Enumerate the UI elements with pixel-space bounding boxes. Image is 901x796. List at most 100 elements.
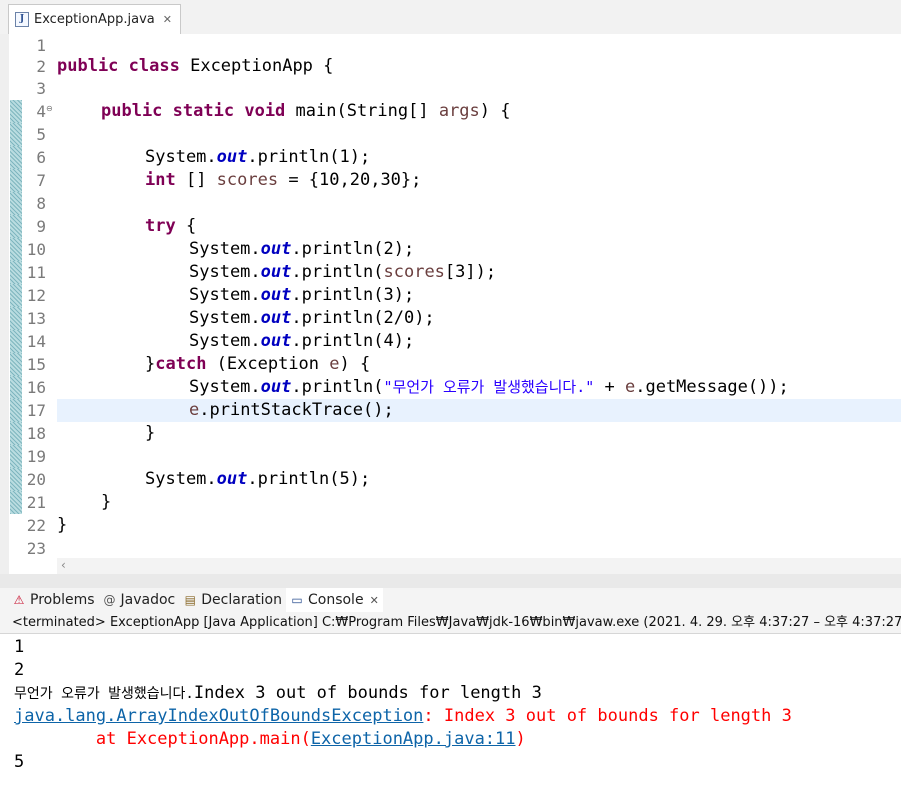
code-plain: .println(1); <box>247 147 371 167</box>
console-line: 2 <box>14 660 25 680</box>
code-text: System.out.println(4); <box>189 330 414 353</box>
keyword: public <box>101 101 163 121</box>
code-plain: .println( <box>291 262 384 282</box>
scroll-left-icon[interactable]: ‹ <box>61 558 66 572</box>
code-line: 11 System.out.println(scores[3]); <box>0 261 901 284</box>
line-number: 20 <box>26 470 46 489</box>
line-number: 14 <box>26 332 46 351</box>
code-plain: .println(5); <box>247 469 371 489</box>
javadoc-icon: @ <box>103 593 116 607</box>
code-text: try { <box>145 215 196 238</box>
keyword: int <box>145 170 176 190</box>
stack-source-link[interactable]: ExceptionApp.java:11 <box>311 729 516 749</box>
console-error-line: java.lang.ArrayIndexOutOfBoundsException… <box>14 705 792 728</box>
quick-diff-marker <box>10 100 22 123</box>
line-number: 18 <box>26 424 46 443</box>
line-number: 7 <box>36 171 46 190</box>
code-line: 3 <box>0 77 901 100</box>
line-number: 5 <box>36 125 46 144</box>
code-text: } <box>145 423 156 443</box>
tab-declaration[interactable]: ▤ Declaration <box>179 588 286 612</box>
tab-javadoc[interactable]: @ Javadoc <box>99 588 180 612</box>
code-text: } <box>57 515 68 535</box>
fold-collapse-icon[interactable]: ⊖ <box>46 104 53 113</box>
code-plain: .getMessage()); <box>635 377 789 397</box>
local-variable: e <box>624 377 636 397</box>
static-field: out <box>260 331 292 351</box>
code-line: 2 public class ExceptionApp { <box>0 55 901 78</box>
view-separator[interactable] <box>0 574 901 588</box>
bottom-view-tabs: ⚠ Problems @ Javadoc ▤ Declaration ▭ Con… <box>0 588 901 612</box>
console-korean-text: 무언가 오류가 발생했습니다. <box>14 686 194 702</box>
console-output[interactable]: 1 2 무언가 오류가 발생했습니다.Index 3 out of bounds… <box>0 634 901 796</box>
keyword: try <box>145 216 176 236</box>
code-plain: .println(3); <box>291 285 415 305</box>
code-line: 18 } <box>0 422 901 445</box>
close-icon[interactable]: ✕ <box>163 13 172 26</box>
line-number: 16 <box>26 378 46 397</box>
code-line: 23 <box>0 537 901 560</box>
local-variable: e <box>329 354 340 374</box>
static-field: out <box>260 262 292 282</box>
code-text: public class ExceptionApp { <box>57 55 333 78</box>
line-number: 8 <box>36 194 46 213</box>
line-number: 4 <box>36 102 46 121</box>
local-variable: scores <box>383 262 445 282</box>
quick-diff-marker <box>10 353 22 376</box>
code-text: }catch (Exception e) { <box>145 353 370 376</box>
code-line: 5 <box>0 123 901 146</box>
static-field: out <box>260 239 292 259</box>
code-plain: System. <box>189 239 261 259</box>
quick-diff-marker <box>10 445 22 468</box>
code-line: 1 <box>0 34 901 57</box>
code-line: 10 System.out.println(2); <box>0 238 901 261</box>
quick-diff-marker <box>10 399 22 422</box>
code-plain: System. <box>189 331 261 351</box>
quick-diff-marker <box>10 422 22 445</box>
exception-class-link[interactable]: java.lang.ArrayIndexOutOfBoundsException <box>14 706 423 726</box>
code-plain: [3]); <box>444 262 497 282</box>
quick-diff-marker <box>10 238 22 261</box>
code-plain: ) { <box>339 354 371 374</box>
code-line: 9 try { <box>0 215 901 238</box>
line-number: 13 <box>26 309 46 328</box>
stack-prefix: at ExceptionApp.main( <box>14 729 311 749</box>
tab-problems[interactable]: ⚠ Problems <box>0 588 99 612</box>
line-number: 15 <box>26 355 46 374</box>
tab-console[interactable]: ▭ Console ✕ <box>285 588 383 612</box>
code-editor[interactable]: 1 2 public class ExceptionApp { 3 4 ⊖ pu… <box>0 34 901 574</box>
editor-tab-exceptionapp[interactable]: J ExceptionApp.java ✕ <box>8 4 181 34</box>
line-number: 2 <box>36 57 46 76</box>
static-field: out <box>216 469 248 489</box>
static-field: out <box>260 285 292 305</box>
tab-label: Console <box>307 592 364 608</box>
code-line: 12 System.out.println(3); <box>0 284 901 307</box>
code-plain: .println(2); <box>291 239 415 259</box>
static-field: out <box>216 147 248 167</box>
code-line: 22 } <box>0 514 901 537</box>
local-variable: scores <box>216 170 279 190</box>
code-plain: System. <box>189 285 261 305</box>
tab-label: Declaration <box>201 592 282 608</box>
keyword: static <box>172 101 235 121</box>
close-icon[interactable]: ✕ <box>370 594 379 607</box>
code-plain: System. <box>189 377 261 397</box>
code-plain: [] <box>175 170 217 190</box>
code-text: System.out.println(scores[3]); <box>189 261 496 284</box>
code-text: public static void main(String[] args) { <box>101 100 511 123</box>
code-line: 20 System.out.println(5); <box>0 468 901 491</box>
console-message: Index 3 out of bounds for length 3 <box>193 683 542 703</box>
code-line-current: 17 e.printStackTrace(); <box>0 399 901 422</box>
line-number: 19 <box>26 447 46 466</box>
quick-diff-marker <box>10 123 22 146</box>
horizontal-scrollbar[interactable]: ‹ <box>57 558 901 574</box>
keyword: class <box>128 56 180 76</box>
problems-icon: ⚠ <box>13 593 25 607</box>
code-line: 6 System.out.println(1); <box>0 146 901 169</box>
line-number: 23 <box>26 539 46 558</box>
keyword: catch <box>155 354 207 374</box>
code-plain: main(String[] <box>285 101 439 121</box>
line-number: 11 <box>26 263 46 282</box>
code-text: System.out.println(1); <box>145 146 370 169</box>
code-plain: System. <box>145 469 217 489</box>
